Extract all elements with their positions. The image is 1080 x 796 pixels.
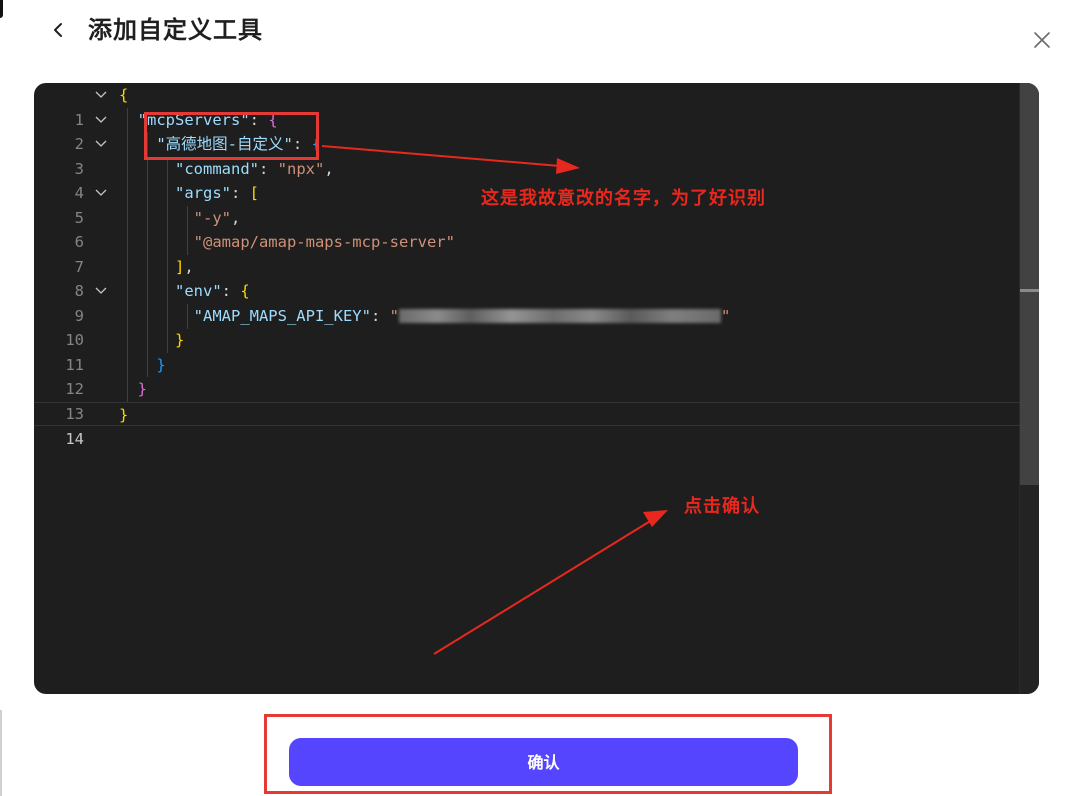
code-line: 4 "command": "npx", bbox=[34, 157, 1020, 203]
confirm-button[interactable]: 确认 bbox=[289, 738, 798, 786]
scrollbar-ruler bbox=[1020, 289, 1039, 292]
redacted-api-key bbox=[398, 309, 721, 323]
code-text: "-y", bbox=[193, 208, 241, 227]
fold-chevron-icon[interactable] bbox=[94, 114, 108, 126]
fold-chevron-icon[interactable] bbox=[94, 187, 108, 199]
code-line: 13 } bbox=[34, 377, 1020, 423]
add-custom-tool-dialog: 添加自定义工具 1 { 2 "mcpServers": {3 "高德地图-自定… bbox=[0, 0, 1080, 796]
scrollbar-thumb[interactable] bbox=[1020, 83, 1039, 485]
fold-chevron-icon[interactable] bbox=[94, 138, 108, 150]
code-line: 8 ], bbox=[34, 255, 1020, 301]
code-text: "command": "npx", bbox=[175, 159, 334, 178]
code-text: "@amap/amap-maps-mcp-server" bbox=[193, 233, 455, 251]
name-highlight-box bbox=[144, 112, 319, 160]
code-text: ], bbox=[175, 257, 194, 276]
code-text: { bbox=[119, 86, 129, 104]
code-line: 9 "env": { bbox=[34, 279, 1020, 325]
code-text: } bbox=[156, 355, 166, 374]
code-text: } bbox=[119, 405, 129, 424]
code-text: "AMAP_MAPS_API_KEY": " " bbox=[193, 306, 731, 325]
json-code-editor[interactable]: 1 { 2 "mcpServers": { 3 "高德地图-自定义": { 4 … bbox=[34, 83, 1039, 694]
code-text: } bbox=[175, 331, 185, 349]
code-line: 12 } bbox=[34, 353, 1020, 399]
fold-chevron-icon[interactable] bbox=[94, 89, 108, 101]
code-line: 1 { bbox=[34, 83, 1020, 129]
code-text: "env": { bbox=[175, 282, 250, 300]
code-line-current: 14 } bbox=[34, 401, 1020, 448]
click-annotation-text: 点击确认 bbox=[684, 496, 760, 517]
code-line: 10 "AMAP_MAPS_API_KEY": " " bbox=[34, 304, 1020, 350]
dialog-title: 添加自定义工具 bbox=[88, 16, 263, 44]
fold-chevron-icon[interactable] bbox=[94, 285, 108, 297]
code-line: 11 } bbox=[34, 328, 1020, 374]
code-line: 7 "@amap/amap-maps-mcp-server" bbox=[34, 230, 1020, 276]
code-text: } bbox=[137, 380, 148, 398]
line-number: 14 bbox=[65, 430, 84, 448]
code-text: "args": [ bbox=[175, 184, 260, 202]
window-edge bbox=[0, 0, 3, 18]
name-annotation-text: 这是我故意改的名字，为了好识别 bbox=[481, 188, 766, 209]
editor-scrollbar[interactable] bbox=[1019, 83, 1039, 694]
window-edge-lower bbox=[0, 710, 2, 796]
chevron-left-icon[interactable] bbox=[44, 15, 74, 45]
close-icon[interactable] bbox=[1030, 28, 1054, 52]
